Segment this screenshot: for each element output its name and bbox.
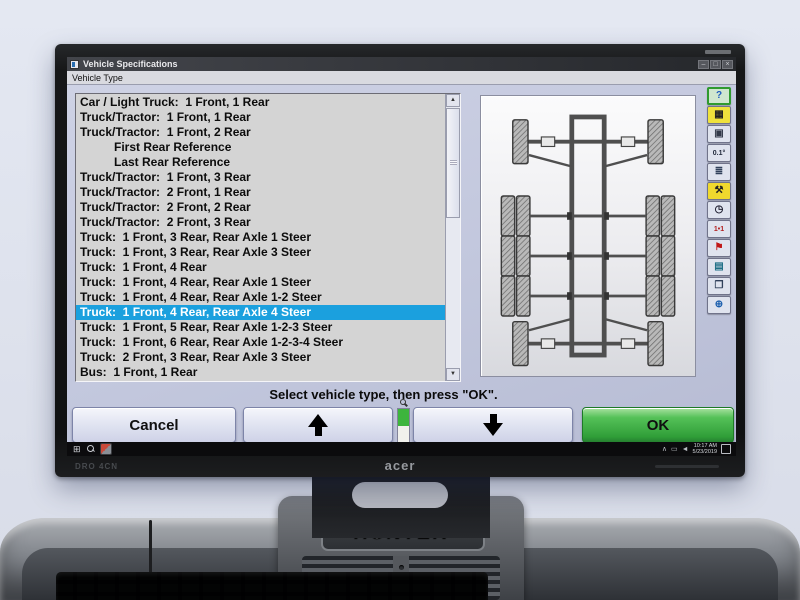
app-icon	[70, 60, 79, 69]
mount-handle-hole	[352, 482, 448, 508]
list-item[interactable]: Car / Light Truck: 1 Front, 1 Rear	[76, 95, 445, 110]
window-switch-icon[interactable]: ❒	[707, 277, 731, 295]
up-arrow-icon	[308, 414, 328, 436]
scrollbar-thumb[interactable]	[446, 108, 460, 218]
vehicle-type-list: Car / Light Truck: 1 Front, 1 RearTruck/…	[76, 94, 445, 381]
power-led[interactable]	[655, 465, 719, 468]
window-menubar: Vehicle Type	[67, 71, 736, 85]
list-item[interactable]: Truck: 1 Front, 3 Rear, Rear Axle 1 Stee…	[76, 230, 445, 245]
zoom-indicator	[397, 399, 410, 445]
tray-display-icon[interactable]: ▭	[671, 445, 678, 453]
scroll-up-button[interactable]	[243, 407, 393, 443]
instruction-text: Select vehicle type, then press "OK".	[67, 387, 700, 402]
main-area: Car / Light Truck: 1 Front, 1 RearTruck/…	[67, 85, 736, 443]
list-item[interactable]: Truck: 1 Front, 4 Rear, Rear Axle 1 Stee…	[76, 275, 445, 290]
list-item[interactable]: Truck: 1 Front, 3 Rear, Rear Axle 3 Stee…	[76, 245, 445, 260]
minimize-button[interactable]: –	[698, 60, 709, 69]
list-item[interactable]: Truck/Tractor: 1 Front, 1 Rear	[76, 110, 445, 125]
print-icon[interactable]: ▤	[707, 258, 731, 276]
list-item[interactable]: Truck/Tractor: 2 Front, 3 Rear	[76, 215, 445, 230]
specifications-icon[interactable]: ▦	[707, 106, 731, 124]
bezel-sticker	[705, 50, 731, 54]
taskbar: ⊞ ∧ ▭ ◄ 10:17 AM 5/23/2019	[67, 442, 736, 456]
list-item[interactable]: Truck/Tractor: 1 Front, 2 Rear	[76, 125, 445, 140]
chassis-frame	[572, 117, 604, 355]
scrollbar-grip-icon	[450, 160, 457, 165]
spec-book-icon[interactable]: ≣	[707, 163, 731, 181]
monitor: DRO 4CN acer Vehicle Specifications – □ …	[55, 44, 745, 477]
list-item[interactable]: Truck: 2 Front, 3 Rear, Rear Axle 3 Stee…	[76, 350, 445, 365]
window-title: Vehicle Specifications	[83, 59, 697, 69]
icon-toolbar: ?▦▣0.1°≣⚒◷1•1⚑▤❒⊕	[704, 87, 734, 314]
system-tray: ∧ ▭ ◄ 10:17 AM 5/23/2019	[662, 443, 736, 455]
magnifier-icon	[399, 399, 408, 408]
vehicle-diagram-panel	[480, 95, 696, 377]
scrollbar-up-arrow-icon[interactable]: ▲	[446, 94, 460, 107]
window-titlebar[interactable]: Vehicle Specifications – □ ×	[67, 57, 736, 71]
close-button[interactable]: ×	[722, 60, 733, 69]
menu-vehicle-type[interactable]: Vehicle Type	[72, 73, 123, 83]
clock-date: 5/23/2019	[693, 449, 717, 455]
globe-icon[interactable]: ⊕	[707, 296, 731, 314]
units-icon[interactable]: 0.1°	[707, 144, 731, 162]
screw-icon	[399, 565, 404, 570]
rolling-compensation-icon[interactable]: 1•1	[707, 220, 731, 238]
list-item[interactable]: Truck/Tractor: 2 Front, 1 Rear	[76, 185, 445, 200]
acer-logo: acer	[385, 458, 416, 473]
list-item[interactable]: Truck: 1 Front, 4 Rear, Rear Axle 1-2 St…	[76, 290, 445, 305]
keyboard[interactable]	[56, 572, 488, 600]
ok-button[interactable]: OK	[582, 407, 734, 443]
express-align-icon[interactable]: ⚑	[707, 239, 731, 257]
list-item[interactable]: Last Rear Reference	[76, 155, 445, 170]
monitor-model-label: DRO 4CN	[75, 462, 118, 471]
list-item[interactable]: First Rear Reference	[76, 140, 445, 155]
scroll-down-button[interactable]	[413, 407, 573, 443]
taskbar-clock[interactable]: 10:17 AM 5/23/2019	[693, 443, 717, 455]
notification-center-icon[interactable]	[721, 444, 731, 454]
tray-volume-icon[interactable]: ◄	[682, 446, 689, 453]
ok-button-label: OK	[647, 417, 670, 434]
level-indicator-fill	[398, 409, 409, 426]
list-item[interactable]: Truck: 1 Front, 6 Rear, Rear Axle 1-2-3-…	[76, 335, 445, 350]
list-item[interactable]: Truck/Tractor: 2 Front, 2 Rear	[76, 200, 445, 215]
start-button-icon[interactable]: ⊞	[73, 442, 81, 456]
tray-caret-icon[interactable]: ∧	[662, 445, 667, 453]
display-icon[interactable]: ▣	[707, 125, 731, 143]
list-item[interactable]: Truck/Tractor: 1 Front, 3 Rear	[76, 170, 445, 185]
vehicle-type-listbox: Car / Light Truck: 1 Front, 1 RearTruck/…	[75, 93, 461, 382]
help-icon[interactable]: ?	[707, 87, 731, 105]
timer-icon[interactable]: ◷	[707, 201, 731, 219]
list-scrollbar[interactable]: ▲ ▼	[445, 94, 460, 381]
list-item[interactable]: Truck: 1 Front, 4 Rear	[76, 260, 445, 275]
list-item[interactable]: Truck: 1 Front, 5 Rear, Rear Axle 1-2-3 …	[76, 320, 445, 335]
cancel-button[interactable]: Cancel	[72, 407, 236, 443]
list-item[interactable]: Bus: 1 Front, 1 Rear	[76, 365, 445, 380]
antenna	[149, 520, 152, 578]
level-indicator	[397, 408, 410, 444]
cancel-button-label: Cancel	[129, 417, 178, 434]
taskbar-search-icon[interactable]	[87, 445, 95, 453]
screen: Vehicle Specifications – □ × Vehicle Typ…	[67, 57, 736, 456]
tools-icon[interactable]: ⚒	[707, 182, 731, 200]
maximize-button[interactable]: □	[710, 60, 721, 69]
list-item-selected[interactable]: Truck: 1 Front, 4 Rear, Rear Axle 4 Stee…	[76, 305, 445, 320]
down-arrow-icon	[483, 414, 503, 436]
workstation-scene: HUNTER DRO 4CN acer Vehicle Specificatio…	[0, 0, 800, 600]
scrollbar-down-arrow-icon[interactable]: ▼	[446, 368, 460, 381]
taskbar-app-icon[interactable]	[101, 444, 111, 454]
vehicle-diagram-svg	[488, 103, 688, 369]
